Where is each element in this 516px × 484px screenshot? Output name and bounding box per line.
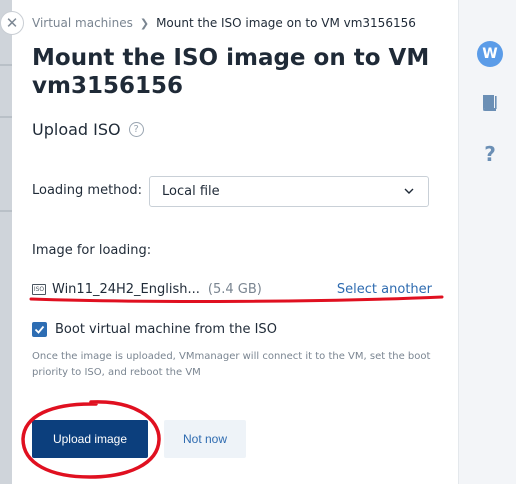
right-sidebar: W ? (458, 0, 516, 484)
not-now-button[interactable]: Not now (164, 420, 246, 458)
boot-from-iso-checkbox-row[interactable]: Boot virtual machine from the ISO (32, 322, 277, 337)
user-avatar[interactable]: W (477, 41, 503, 67)
section-title-text: Upload ISO (32, 120, 121, 139)
help-icon[interactable]: ? (480, 143, 500, 165)
background-overlay (0, 0, 12, 484)
red-circle-annotation (21, 400, 161, 479)
checkmark-icon (34, 325, 45, 334)
breadcrumb-link-virtual-machines[interactable]: Virtual machines (32, 16, 133, 30)
chevron-right-icon: ❯ (139, 16, 150, 30)
book-icon[interactable] (481, 94, 498, 112)
boot-from-iso-label: Boot virtual machine from the ISO (55, 322, 277, 337)
breadcrumb-current: Mount the ISO image on to VM vm3156156 (156, 16, 416, 30)
loading-method-select[interactable]: Local file (149, 176, 429, 207)
section-title-upload-iso: Upload ISO ? (32, 120, 144, 139)
breadcrumb: Virtual machines ❯ Mount the ISO image o… (32, 16, 416, 30)
page-title: Mount the ISO image on to VM vm3156156 (32, 45, 430, 99)
loading-method-value: Local file (162, 184, 220, 199)
red-underline-annotation (29, 295, 444, 303)
help-circle-icon[interactable]: ? (128, 122, 144, 137)
boot-hint-text: Once the image is uploaded, VMmanager wi… (32, 351, 431, 378)
image-for-loading-label: Image for loading: (32, 243, 152, 258)
chevron-down-icon (404, 188, 414, 194)
loading-method-label: Loading method: (32, 183, 143, 198)
close-icon[interactable]: ✕ (0, 11, 24, 35)
boot-from-iso-checkbox[interactable] (32, 322, 47, 337)
